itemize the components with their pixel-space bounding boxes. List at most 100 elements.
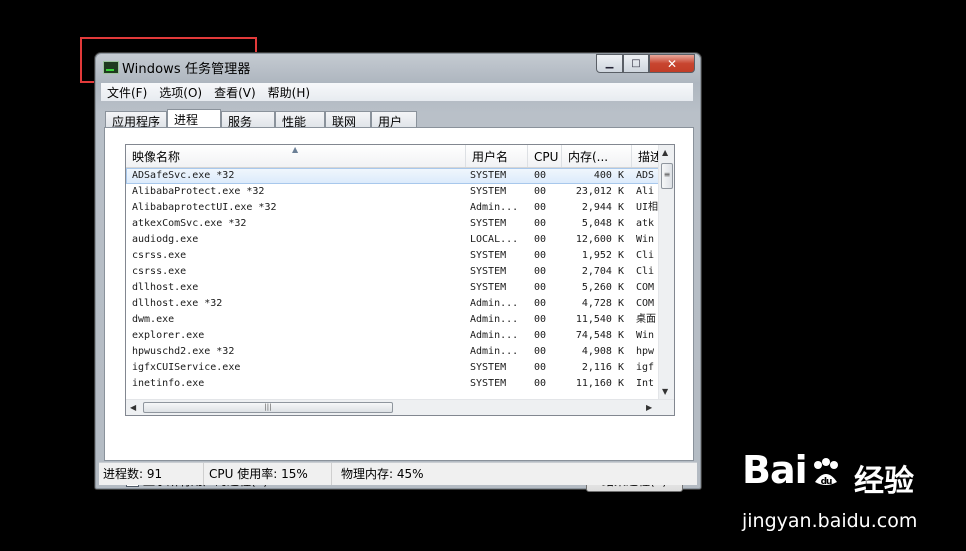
baidu-url: jingyan.baidu.com [742,510,918,532]
process-name: dwm.exe [132,314,175,325]
process-user: SYSTEM [470,282,507,293]
tab-strip: 应用程序 进程 服务 性能 联网 用户 [105,108,418,129]
column-image-name-label: 映像名称 [132,150,181,164]
column-user-name[interactable]: 用户名 [466,145,528,167]
process-cpu: 00 [534,186,547,197]
process-row[interactable]: dllhost.exe *32 Admin... 00 4,728 K COM [126,296,660,312]
process-cpu: 00 [534,250,547,261]
scroll-left-arrow-icon[interactable]: ◀ [130,403,136,412]
tab-processes[interactable]: 进程 [167,109,222,129]
process-user: SYSTEM [470,250,507,261]
process-memory: 23,012 K [575,186,624,197]
process-memory: 4,728 K [581,298,624,309]
tab-performance[interactable]: 性能 [275,111,326,129]
menu-file[interactable]: 文件(F) [101,83,153,101]
task-manager-window: Windows 任务管理器 ▁ □ ✕ 文件(F) 选项(O) 查看(V) 帮助… [94,52,702,492]
process-cpu: 00 [534,282,547,293]
process-description: Int [636,378,655,389]
process-name: csrss.exe [132,250,187,261]
column-description[interactable]: 描述 [632,145,660,167]
process-cpu: 00 [534,202,547,213]
process-memory: 12,600 K [575,234,624,245]
process-user: Admin... [470,314,519,325]
process-row[interactable]: ADSafeSvc.exe *32 SYSTEM 00 400 K ADS [126,168,660,184]
process-description: igf [636,362,655,373]
title-bar[interactable]: Windows 任务管理器 ▁ □ ✕ [95,53,701,81]
process-user: LOCAL... [470,234,519,245]
process-cpu: 00 [534,330,547,341]
process-name: dllhost.exe *32 [132,298,223,309]
process-description: Win [636,234,655,245]
process-memory: 5,048 K [581,218,624,229]
tab-applications[interactable]: 应用程序 [105,111,168,129]
process-row[interactable]: explorer.exe Admin... 00 74,548 K Win [126,328,660,344]
process-row[interactable]: dwm.exe Admin... 00 11,540 K 桌面 [126,312,660,328]
process-description: ADS [636,170,655,181]
process-cpu: 00 [534,362,547,373]
process-row[interactable]: dllhost.exe SYSTEM 00 5,260 K COM [126,280,660,296]
process-row[interactable]: csrss.exe SYSTEM 00 2,704 K Cli [126,264,660,280]
process-description: Cli [636,250,655,261]
status-cpu-usage: CPU 使用率: 15% [205,463,332,485]
menu-help[interactable]: 帮助(H) [262,83,316,101]
process-description: atk [636,218,655,229]
process-name: csrss.exe [132,266,187,277]
process-name: dllhost.exe [132,282,199,293]
process-user: SYSTEM [470,186,507,197]
process-rows: ADSafeSvc.exe *32 SYSTEM 00 400 K ADS Alibaba… [126,168,660,392]
menu-view[interactable]: 查看(V) [208,83,262,101]
process-memory: 400 K [593,170,624,181]
process-cpu: 00 [534,218,547,229]
process-user: SYSTEM [470,170,507,181]
process-row[interactable]: audiodg.exe LOCAL... 00 12,600 K Win [126,232,660,248]
column-cpu[interactable]: CPU [528,145,562,167]
process-cpu: 00 [534,346,547,357]
menu-options[interactable]: 选项(O) [153,83,208,101]
process-memory: 2,944 K [581,202,624,213]
process-description: hpw [636,346,655,357]
horizontal-scroll-thumb[interactable]: ||| [143,402,393,413]
status-bar: 进程数: 91 CPU 使用率: 15% 物理内存: 45% [99,462,697,485]
process-description: 桌面 [636,314,656,325]
close-button[interactable]: ✕ [649,54,695,73]
scroll-down-arrow-icon[interactable]: ▼ [662,387,668,396]
process-memory: 1,952 K [581,250,624,261]
process-memory: 11,540 K [575,314,624,325]
vertical-scroll-thumb[interactable]: ≡ [661,163,673,189]
process-list[interactable]: ▲ 映像名称 用户名 CPU 内存(... 描述 ADSafeSvc.exe *… [125,144,675,416]
process-name: inetinfo.exe [132,378,205,389]
tab-networking[interactable]: 联网 [325,111,372,129]
process-row[interactable]: atkexComSvc.exe *32 SYSTEM 00 5,048 K atk [126,216,660,232]
baidu-logo-text: Bai [742,448,808,492]
process-row[interactable]: hpwuschd2.exe *32 Admin... 00 4,908 K hpw [126,344,660,360]
minimize-button[interactable]: ▁ [596,54,623,73]
status-physical-memory: 物理内存: 45% [341,467,424,481]
process-description: COM [636,298,655,309]
scroll-right-arrow-icon[interactable]: ▶ [646,403,652,412]
process-row[interactable]: AlibabaprotectUI.exe *32 Admin... 00 2,944 … [126,200,660,216]
column-memory[interactable]: 内存(... [562,145,632,167]
tab-users[interactable]: 用户 [371,111,418,129]
process-user: SYSTEM [470,266,507,277]
process-cpu: 00 [534,234,547,245]
process-row[interactable]: inetinfo.exe SYSTEM 00 11,160 K Int [126,376,660,392]
task-manager-icon [103,61,119,74]
scroll-thumb-grip-icon: ≡ [663,170,671,179]
process-name: AlibabaProtect.exe *32 [132,186,265,197]
process-row[interactable]: csrss.exe SYSTEM 00 1,952 K Cli [126,248,660,264]
window-controls: ▁ □ ✕ [596,54,695,73]
process-memory: 74,548 K [575,330,624,341]
scroll-up-arrow-icon[interactable]: ▲ [662,148,668,157]
horizontal-scrollbar[interactable]: ◀ ||| ▶ [126,399,674,415]
list-header: ▲ 映像名称 用户名 CPU 内存(... 描述 [126,145,660,168]
maximize-button[interactable]: □ [623,54,649,73]
baidu-logo: Bai du [742,448,845,492]
column-image-name[interactable]: ▲ 映像名称 [126,145,466,167]
process-cpu: 00 [534,266,547,277]
process-row[interactable]: AlibabaProtect.exe *32 SYSTEM 00 23,012 K Al… [126,184,660,200]
process-user: SYSTEM [470,218,507,229]
process-row[interactable]: igfxCUIService.exe SYSTEM 00 2,116 K igf [126,360,660,376]
vertical-scrollbar[interactable]: ▲ ≡ ▼ [658,145,674,399]
process-cpu: 00 [534,314,547,325]
tab-services[interactable]: 服务 [221,111,276,129]
